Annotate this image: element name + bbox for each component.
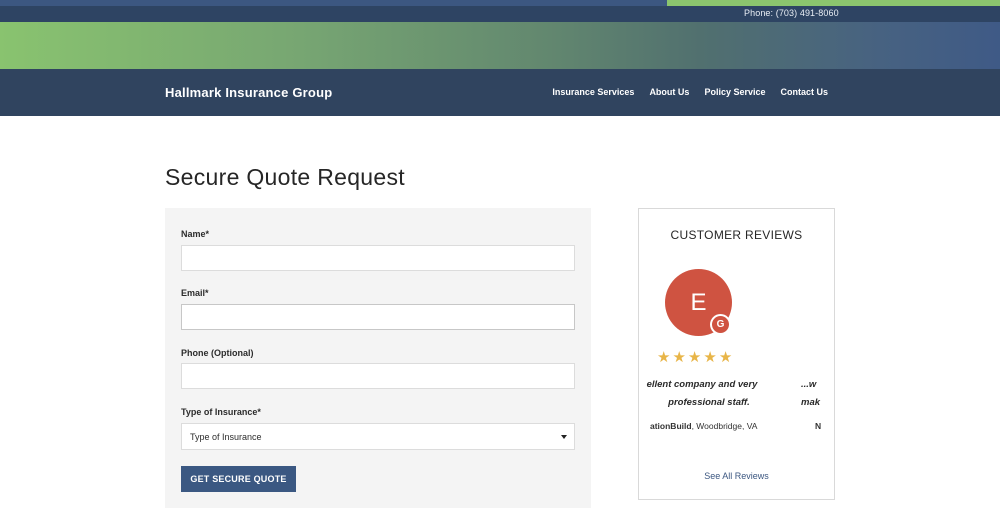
reviewer-location: , Woodbridge, VA [691, 421, 758, 431]
insurance-type-selected: Type of Insurance [190, 432, 262, 442]
phone-number[interactable]: Phone: (703) 491-8060 [744, 8, 839, 18]
get-secure-quote-button[interactable]: GET SECURE QUOTE [181, 466, 296, 492]
phone-label: Phone (Optional) [181, 348, 254, 358]
see-all-reviews-link[interactable]: See All Reviews [639, 471, 834, 481]
name-input[interactable] [181, 245, 575, 271]
reviews-title: CUSTOMER REVIEWS [670, 228, 803, 242]
insurance-type-select[interactable]: Type of Insurance [181, 423, 575, 450]
star-icon: ★ [703, 349, 717, 366]
star-icon: ★ [718, 349, 733, 366]
chevron-down-icon [561, 435, 567, 439]
star-icon: ★ [657, 349, 671, 366]
reviewer-info: ationBuild, Woodbridge, VA [650, 421, 757, 431]
reviewer-name: N [815, 421, 822, 431]
phone-input[interactable] [181, 363, 575, 389]
nav-contact-us[interactable]: Contact Us [780, 87, 828, 97]
customer-reviews-card: CUSTOMER REVIEWS E G ★ ★ ★ ★ ★ ellent co… [638, 208, 835, 500]
page-title: Secure Quote Request [165, 164, 405, 190]
nav-insurance-services[interactable]: Insurance Services [552, 87, 634, 97]
nav-links: Insurance Services About Us Policy Servi… [552, 87, 828, 97]
hero-gradient-band [0, 22, 1000, 69]
review-quote: ellent company and very professional sta… [639, 376, 779, 412]
google-icon: G [712, 316, 729, 333]
review-quote-line: ellent company and very [646, 379, 758, 390]
review-quote-line: mak [801, 397, 821, 408]
review-quote-line: ...w [801, 379, 817, 390]
name-label: Name* [181, 229, 210, 239]
star-rating: ★ ★ ★ ★ ★ [657, 350, 732, 365]
email-label: Email* [181, 288, 209, 298]
review-quote-line: professional staff. [668, 397, 750, 408]
insurance-type-label: Type of Insurance* [181, 407, 261, 417]
star-icon: ★ [672, 349, 686, 366]
email-input[interactable] [181, 304, 575, 330]
quote-form: Name* Email* Phone (Optional) Type of In… [165, 208, 591, 508]
reviewer-info: N [815, 421, 821, 431]
phone-bar: Phone: (703) 491-8060 [0, 6, 1000, 22]
star-icon: ★ [687, 349, 702, 366]
reviewer-name: ationBuild [650, 421, 692, 431]
google-badge: G [710, 314, 731, 335]
nav-about-us[interactable]: About Us [649, 87, 689, 97]
nav-policy-service[interactable]: Policy Service [704, 87, 765, 97]
brand-logo[interactable]: Hallmark Insurance Group [165, 85, 332, 100]
review-quote: ...w mak [801, 376, 820, 412]
main-navbar: Hallmark Insurance Group Insurance Servi… [0, 69, 1000, 116]
